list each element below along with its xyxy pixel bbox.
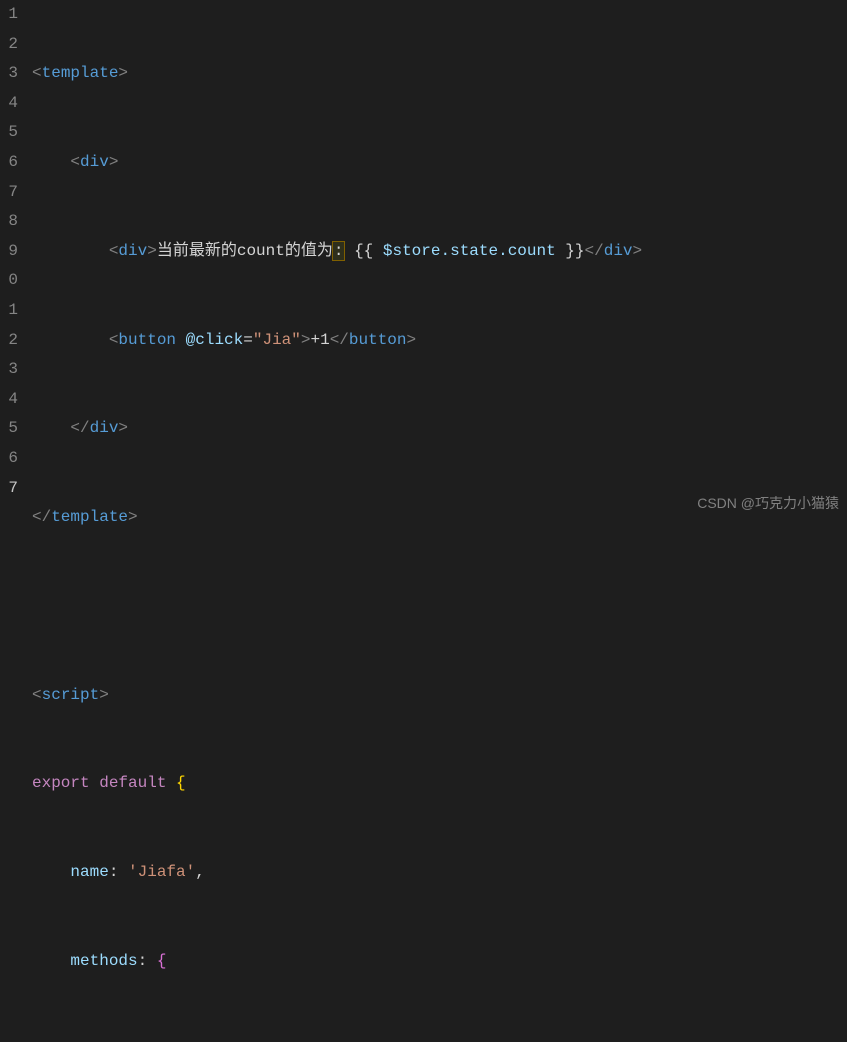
line-number: 5 (0, 414, 18, 444)
watermark-text: CSDN @巧克力小猫猿 (697, 491, 839, 517)
line-number: 0 (0, 266, 18, 296)
code-editor[interactable]: 1 2 3 4 5 6 7 8 9 0 1 2 3 4 5 6 7 <templ… (0, 0, 847, 521)
line-number: 6 (0, 148, 18, 178)
code-area[interactable]: <template> <div> <div>当前最新的count的值为: {{ … (32, 0, 847, 521)
code-line[interactable] (32, 592, 847, 622)
selection-highlight: : (333, 242, 345, 260)
code-line[interactable]: <div> (32, 148, 847, 178)
line-number: 3 (0, 59, 18, 89)
line-number: 2 (0, 326, 18, 356)
line-number: 8 (0, 207, 18, 237)
line-number: 7 (0, 178, 18, 208)
code-line[interactable]: <button @click="Jia">+1</button> (32, 326, 847, 356)
line-number: 6 (0, 444, 18, 474)
line-number: 3 (0, 355, 18, 385)
line-number: 4 (0, 385, 18, 415)
code-line[interactable]: <div>当前最新的count的值为: {{ $store.state.coun… (32, 237, 847, 267)
code-line[interactable]: Jia() { (32, 1036, 847, 1042)
code-line[interactable]: name: 'Jiafa', (32, 858, 847, 888)
line-number: 2 (0, 30, 18, 60)
line-number: 5 (0, 118, 18, 148)
line-number: 4 (0, 89, 18, 119)
line-number-gutter: 1 2 3 4 5 6 7 8 9 0 1 2 3 4 5 6 7 (0, 0, 32, 521)
line-number-current: 7 (0, 474, 18, 504)
code-line[interactable]: </div> (32, 414, 847, 444)
code-line[interactable]: export default { (32, 769, 847, 799)
code-line[interactable]: methods: { (32, 947, 847, 977)
line-number: 9 (0, 237, 18, 267)
line-number: 1 (0, 0, 18, 30)
line-number: 1 (0, 296, 18, 326)
code-line[interactable]: <template> (32, 59, 847, 89)
code-line[interactable]: <script> (32, 681, 847, 711)
